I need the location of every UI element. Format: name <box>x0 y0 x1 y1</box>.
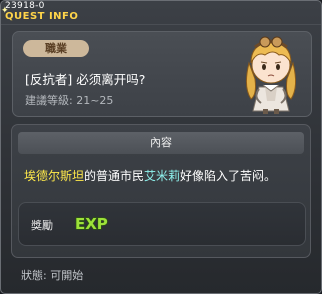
sparkle-icon: ✦ <box>1 6 10 16</box>
description-text-1: 的普通市民 <box>84 169 145 183</box>
exp-text: EXP <box>75 215 108 233</box>
quest-status: 狀態: 可開始 <box>21 269 84 282</box>
quest-info-window: 23918-0 ✦ QUEST INFO 職業 [反抗者] 必须离开吗? 建議等… <box>0 0 322 294</box>
npc-portrait <box>245 36 297 114</box>
exp-reward-icon[interactable]: EXP <box>74 213 110 233</box>
header-divider <box>1 24 321 25</box>
reward-box: 獎勵 EXP <box>18 202 306 246</box>
quest-title: [反抗者] 必须离开吗? <box>25 72 146 87</box>
job-badge: 職業 <box>23 40 89 57</box>
recommended-level: 建議等級: 21~25 <box>25 94 114 107</box>
npc-name: 艾米莉 <box>144 169 181 183</box>
reward-label: 獎勵 <box>31 219 53 232</box>
window-title-text: QUEST INFO <box>5 11 79 22</box>
content-header: 內容 <box>18 132 304 154</box>
quest-content-panel: 內容 埃德尔斯坦的普通市民艾米莉好像陷入了苦闷。 獎勵 EXP <box>11 124 311 258</box>
content-header-label: 內容 <box>150 136 172 149</box>
quest-id: 23918-0 <box>5 1 45 11</box>
quest-description: 埃德尔斯坦的普通市民艾米莉好像陷入了苦闷。 <box>24 167 276 184</box>
place-name: 埃德尔斯坦 <box>24 169 85 183</box>
description-text-2: 好像陷入了苦闷。 <box>180 169 277 183</box>
window-title: ✦ QUEST INFO <box>1 6 79 22</box>
